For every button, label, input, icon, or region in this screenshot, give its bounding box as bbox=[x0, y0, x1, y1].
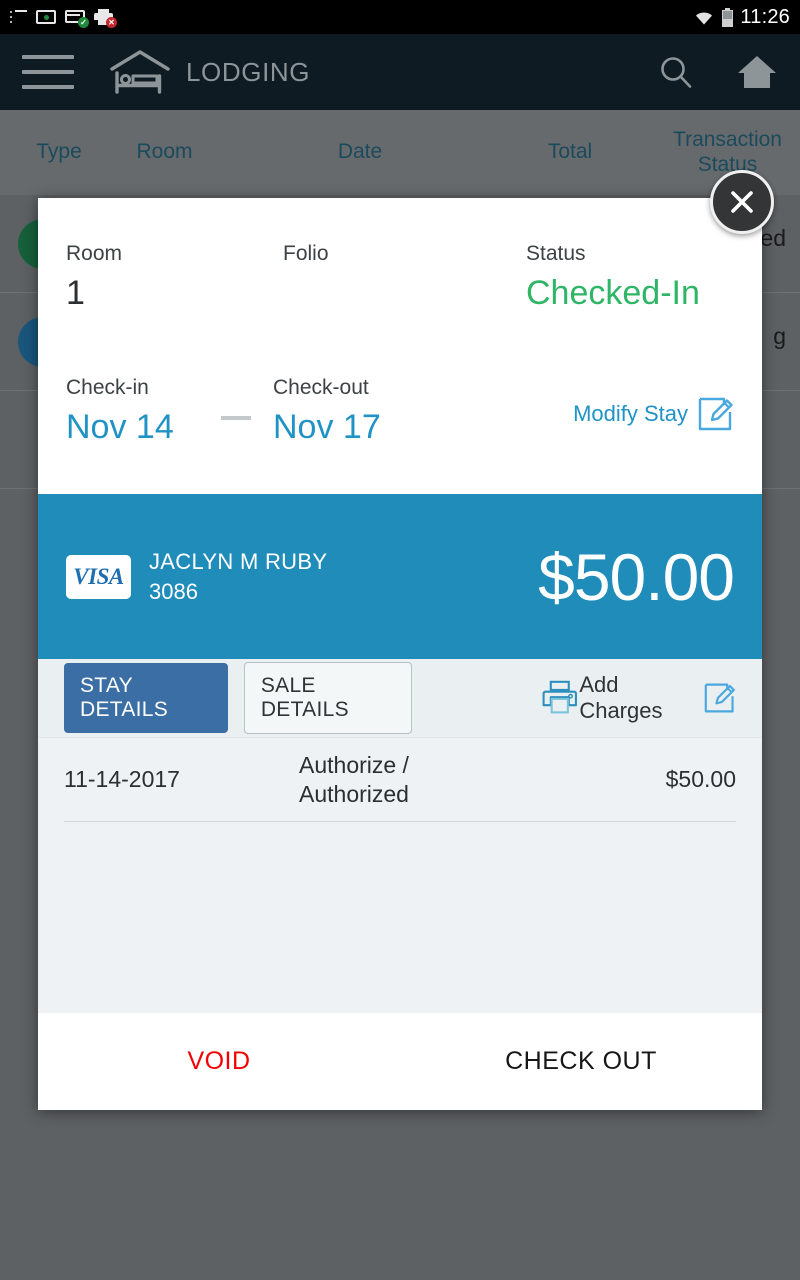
checkin-field: Check-in Nov 14 bbox=[66, 376, 174, 447]
add-charges-label: Add Charges bbox=[579, 672, 663, 723]
screen: ✓ ✕ 11:26 LODGING Type Room Date Total T… bbox=[0, 0, 800, 1280]
transaction-amount: $50.00 bbox=[665, 766, 736, 792]
card-reader-connected-icon: ✓ bbox=[65, 9, 89, 28]
cardholder-name: JACLYN M RUBY bbox=[149, 548, 328, 574]
column-header-type: Type bbox=[36, 140, 82, 164]
room-field: Room 1 bbox=[66, 242, 122, 313]
checkin-value: Nov 14 bbox=[66, 408, 174, 446]
room-label: Room bbox=[66, 242, 123, 265]
battery-icon bbox=[722, 7, 734, 27]
terminal-icon bbox=[36, 10, 56, 24]
table-row[interactable]: 11-14-2017 Authorize / Authorized $50.00 bbox=[64, 738, 736, 822]
column-header-date: Date bbox=[337, 140, 383, 164]
close-x-glyph bbox=[731, 191, 753, 213]
card-last4: 3086 bbox=[149, 578, 198, 604]
payment-summary-band: VISA JACLYN M RUBY 3086 $50.00 bbox=[38, 494, 762, 659]
transaction-list: 11-14-2017 Authorize / Authorized $50.00 bbox=[38, 738, 762, 1013]
checkout-label: Check-out bbox=[273, 376, 369, 399]
home-icon[interactable] bbox=[736, 53, 778, 91]
stay-details-dialog: Room 1 Folio Status Checked-In Check-in … bbox=[38, 198, 762, 1110]
payment-amount: $50.00 bbox=[538, 539, 735, 614]
add-charges-button[interactable]: Add Charges bbox=[579, 672, 736, 724]
printer-icon[interactable] bbox=[540, 678, 580, 718]
edit-pencil-icon bbox=[704, 683, 735, 713]
visa-wordmark: VISA bbox=[73, 563, 124, 589]
hamburger-menu-icon[interactable] bbox=[22, 55, 74, 89]
error-badge: ✕ bbox=[106, 17, 117, 28]
search-icon[interactable] bbox=[658, 54, 694, 90]
modify-stay-label: Modify Stay bbox=[573, 401, 688, 426]
status-bar-clock: 11:26 bbox=[740, 5, 790, 28]
folio-field: Folio bbox=[283, 242, 329, 274]
printer-error-icon: ✕ bbox=[94, 9, 117, 28]
folio-label: Folio bbox=[283, 242, 329, 265]
list-icon bbox=[10, 10, 27, 24]
stay-summary-section: Room 1 Folio Status Checked-In Check-in … bbox=[38, 198, 762, 494]
android-status-bar: ✓ ✕ 11:26 bbox=[0, 0, 800, 34]
check-out-button[interactable]: CHECK OUT bbox=[400, 1047, 762, 1076]
room-value: 1 bbox=[66, 274, 85, 312]
visa-card-icon: VISA bbox=[66, 554, 131, 599]
checkin-label: Check-in bbox=[66, 376, 149, 399]
close-icon[interactable] bbox=[710, 170, 774, 234]
cardholder-info: JACLYN M RUBY 3086 bbox=[149, 549, 327, 605]
dialog-footer: VOID CHECK OUT bbox=[38, 1013, 762, 1110]
tab-stay-details[interactable]: STAY DETAILS bbox=[64, 663, 228, 733]
transaction-type: Authorize / Authorized bbox=[299, 752, 409, 807]
status-field: Status Checked-In bbox=[526, 242, 700, 313]
status-bar-left-icons: ✓ ✕ bbox=[10, 9, 117, 28]
date-range-dash-icon bbox=[221, 416, 251, 420]
list-item-status-text: ed bbox=[760, 225, 786, 251]
checkout-value: Nov 17 bbox=[273, 408, 381, 446]
status-bar-right-icons: 11:26 bbox=[693, 6, 790, 29]
tab-sale-details[interactable]: SALE DETAILS bbox=[243, 662, 412, 734]
column-header-total: Total bbox=[547, 140, 593, 164]
details-action-bar: STAY DETAILS SALE DETAILS Add Charges bbox=[38, 659, 762, 738]
void-button[interactable]: VOID bbox=[38, 1047, 400, 1076]
list-column-headers: Type Room Date Total Transaction Status bbox=[0, 110, 800, 195]
page-title: LODGING bbox=[186, 56, 311, 87]
app-toolbar: LODGING bbox=[0, 34, 800, 110]
edit-pencil-icon bbox=[698, 397, 733, 431]
transaction-date: 11-14-2017 bbox=[64, 766, 180, 792]
status-badge: Checked-In bbox=[526, 274, 700, 312]
modify-stay-button[interactable]: Modify Stay bbox=[573, 396, 734, 432]
checkout-field: Check-out Nov 17 bbox=[273, 376, 381, 447]
connected-badge: ✓ bbox=[78, 16, 89, 28]
toolbar-actions bbox=[658, 53, 778, 91]
column-header-room: Room bbox=[136, 140, 193, 164]
lodging-bed-icon bbox=[110, 50, 170, 94]
wifi-icon bbox=[696, 12, 713, 25]
status-label: Status bbox=[526, 242, 586, 265]
list-item-status-text: g bbox=[773, 323, 786, 349]
